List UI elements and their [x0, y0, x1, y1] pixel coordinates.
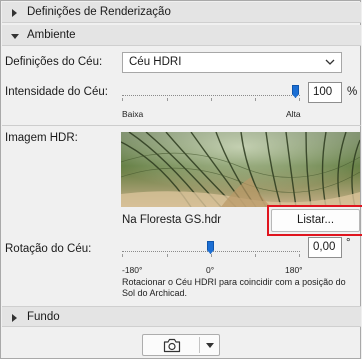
tick [167, 98, 168, 101]
sky-rotation-thumb[interactable] [207, 241, 214, 254]
sky-rotation-note: Rotacionar o Céu HDRI para coincidir com… [122, 277, 346, 298]
section-background-title: Fundo [27, 311, 60, 323]
section-background[interactable]: Fundo [2, 306, 361, 327]
render-settings-panel: Definições de Renderização Ambiente Defi… [0, 0, 362, 359]
chevron-down-icon [325, 59, 335, 65]
tick [255, 254, 256, 257]
sky-rotation-value: 0,00 [313, 241, 336, 253]
section-environment-title: Ambiente [27, 29, 76, 41]
triangle-right-icon [12, 314, 17, 322]
sky-intensity-min-label: Baixa [122, 109, 144, 119]
sky-rotation-input[interactable]: 0,00 [308, 237, 342, 258]
sky-rotation-min-label: -180° [122, 265, 143, 275]
sky-rotation-unit: ° [346, 237, 351, 249]
sky-rotation-label: Rotação do Céu: [5, 243, 92, 255]
sky-intensity-input[interactable]: 100 [308, 82, 342, 103]
sky-rotation-max-label: 180° [285, 265, 303, 275]
sky-intensity-value: 100 [313, 86, 333, 98]
sky-intensity-track [122, 95, 300, 96]
sky-intensity-max-label: Alta [286, 109, 301, 119]
sky-intensity-thumb[interactable] [292, 85, 299, 98]
tick [211, 254, 212, 257]
hdr-image-label: Imagem HDR: [5, 132, 78, 144]
tick [299, 98, 300, 101]
tick [255, 98, 256, 101]
section-render-settings[interactable]: Definições de Renderização [2, 2, 361, 23]
section-environment[interactable]: Ambiente [2, 25, 361, 46]
tick [122, 98, 123, 101]
hdr-preview-image [121, 132, 360, 207]
sky-rotation-mid-label: 0° [206, 265, 215, 275]
section-render-settings-title: Definições de Renderização [27, 6, 171, 18]
sky-intensity-unit: % [347, 86, 358, 98]
render-button-group [142, 334, 220, 356]
sky-settings-select[interactable]: Céu HDRI [122, 52, 342, 73]
tick [122, 254, 123, 257]
hdr-filename: Na Floresta GS.hdr [122, 214, 222, 226]
sky-intensity-label: Intensidade do Céu: [5, 86, 108, 98]
divider [2, 125, 361, 126]
browse-button[interactable]: Listar... [271, 209, 360, 232]
tick [299, 254, 300, 257]
sky-settings-label: Definições do Céu: [5, 56, 103, 68]
sky-settings-value: Céu HDRI [129, 56, 182, 68]
tick [211, 98, 212, 101]
chevron-down-icon[interactable] [206, 343, 214, 348]
triangle-right-icon [12, 9, 17, 17]
separator [199, 337, 200, 353]
triangle-down-icon [11, 34, 19, 39]
camera-icon[interactable] [163, 338, 181, 353]
tick [167, 254, 168, 257]
